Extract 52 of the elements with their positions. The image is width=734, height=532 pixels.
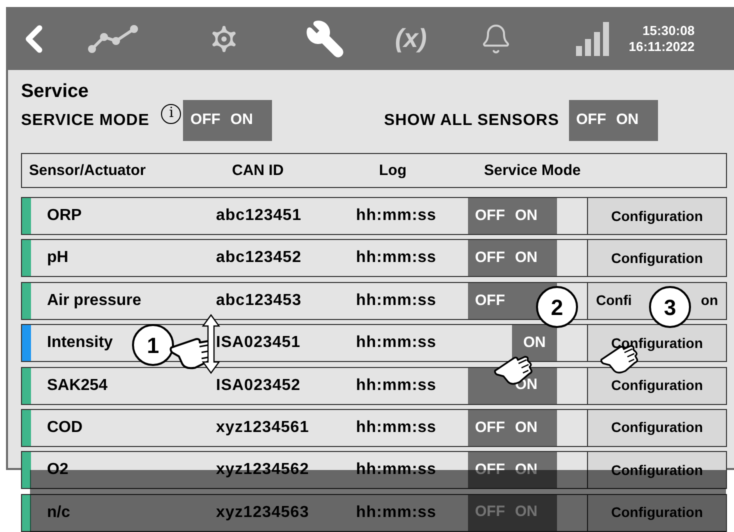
can-id: abc123452 — [216, 248, 302, 268]
info-icon[interactable]: i — [161, 104, 182, 124]
signal-icon — [576, 22, 610, 56]
can-id: abc123453 — [216, 290, 302, 311]
configuration-button[interactable]: Configuration — [587, 240, 726, 276]
column-header: Log — [379, 162, 406, 178]
sensor-name: pH — [47, 248, 68, 268]
log-time: hh:mm:ss — [356, 502, 436, 523]
on-off-toggle[interactable]: OFF ON — [183, 100, 272, 141]
log-time: hh:mm:ss — [356, 248, 436, 268]
log-time: hh:mm:ss — [356, 206, 436, 226]
setting-label: SERVICE MODE — [21, 110, 150, 130]
wrench-icon[interactable] — [305, 18, 345, 58]
sensor-name: Intensity — [47, 333, 113, 354]
sensor-row[interactable]: n/c xyz1234563 hh:mm:ss OFF ON Configuration — [21, 494, 727, 532]
column-header: CAN ID — [232, 162, 284, 178]
can-id: xyz1234561 — [216, 418, 310, 438]
setting-label: SHOW ALL SENSORS — [384, 110, 560, 130]
column-header: Service Mode — [484, 162, 581, 178]
configuration-button[interactable]: Configuration — [587, 198, 726, 234]
sensor-name: COD — [47, 418, 83, 438]
can-id: abc123451 — [216, 206, 302, 226]
clock-time: 15:30:08 — [642, 22, 695, 38]
sensor-name: Air pressure — [47, 290, 142, 311]
log-time: hh:mm:ss — [356, 376, 436, 396]
service-mode-toggle[interactable]: OFF ON — [468, 494, 557, 531]
can-id: ISA023451 — [216, 333, 301, 354]
sensor-row[interactable]: pH abc123452 hh:mm:ss OFF ON Configuration — [21, 239, 727, 278]
configuration-button[interactable]: Configuration — [587, 410, 726, 446]
service-mode-toggle[interactable]: ON — [512, 325, 557, 362]
service-mode-toggle[interactable]: OFF ON — [468, 410, 557, 446]
sensor-row[interactable]: ORP abc123451 hh:mm:ss OFF ON Configuration — [21, 197, 727, 235]
column-header: Sensor/Actuator — [29, 162, 146, 178]
sensor-name: n/c — [47, 502, 70, 523]
log-time: hh:mm:ss — [356, 333, 436, 354]
sensor-row[interactable]: COD xyz1234561 hh:mm:ss OFF ON Configuration — [21, 408, 727, 447]
variables-button[interactable]: (x) — [395, 19, 427, 58]
configuration-button[interactable]: Configuration — [587, 368, 726, 404]
configuration-button[interactable]: Configuration — [587, 494, 726, 531]
service-mode-toggle[interactable]: OFF ON — [468, 240, 557, 276]
service-mode-toggle[interactable]: OFF ON — [468, 452, 557, 488]
clock-date: 16:11:2022 — [628, 38, 695, 54]
page-title: Service — [21, 81, 89, 103]
log-time: hh:mm:ss — [356, 418, 436, 438]
service-mode-toggle[interactable]: OFF ON — [468, 198, 557, 234]
can-id: xyz1234563 — [216, 502, 310, 523]
configuration-button[interactable]: Configuration — [587, 325, 726, 362]
log-time: hh:mm:ss — [356, 290, 436, 311]
sensor-name: ORP — [47, 206, 82, 226]
can-id: ISA023452 — [216, 376, 301, 396]
sensor-name: SAK254 — [47, 376, 108, 396]
on-off-toggle[interactable]: OFF ON — [569, 100, 658, 141]
